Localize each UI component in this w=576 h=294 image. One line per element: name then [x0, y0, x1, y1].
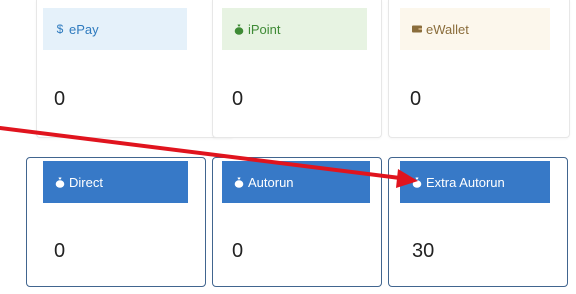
- autorun-label: Autorun: [248, 174, 294, 190]
- ewallet-label: eWallet: [426, 21, 469, 37]
- dollar-icon: $: [56, 22, 64, 36]
- money-bag-icon: [55, 177, 65, 188]
- epay-value: 0: [54, 88, 66, 110]
- epay-card-header: $ ePay: [43, 8, 187, 50]
- ewallet-value: 0: [410, 88, 422, 110]
- ipoint-value: 0: [232, 88, 244, 110]
- autorun-value: 0: [232, 240, 244, 262]
- direct-card-header: Direct: [43, 161, 188, 203]
- extra-autorun-value: 30: [412, 240, 435, 262]
- money-bag-icon: [412, 177, 422, 188]
- extra-autorun-card-header: Extra Autorun: [400, 161, 550, 203]
- direct-label: Direct: [69, 174, 103, 190]
- wallet-icon: [412, 24, 422, 35]
- extra-autorun-label: Extra Autorun: [426, 174, 505, 190]
- ewallet-card-header: eWallet: [400, 8, 550, 50]
- ipoint-label: iPoint: [248, 21, 281, 37]
- ipoint-card-header: iPoint: [222, 8, 367, 50]
- money-bag-icon: [234, 177, 244, 188]
- epay-label: ePay: [69, 21, 99, 37]
- money-bag-icon: [234, 24, 244, 35]
- autorun-card-header: Autorun: [222, 161, 370, 203]
- direct-value: 0: [54, 240, 66, 262]
